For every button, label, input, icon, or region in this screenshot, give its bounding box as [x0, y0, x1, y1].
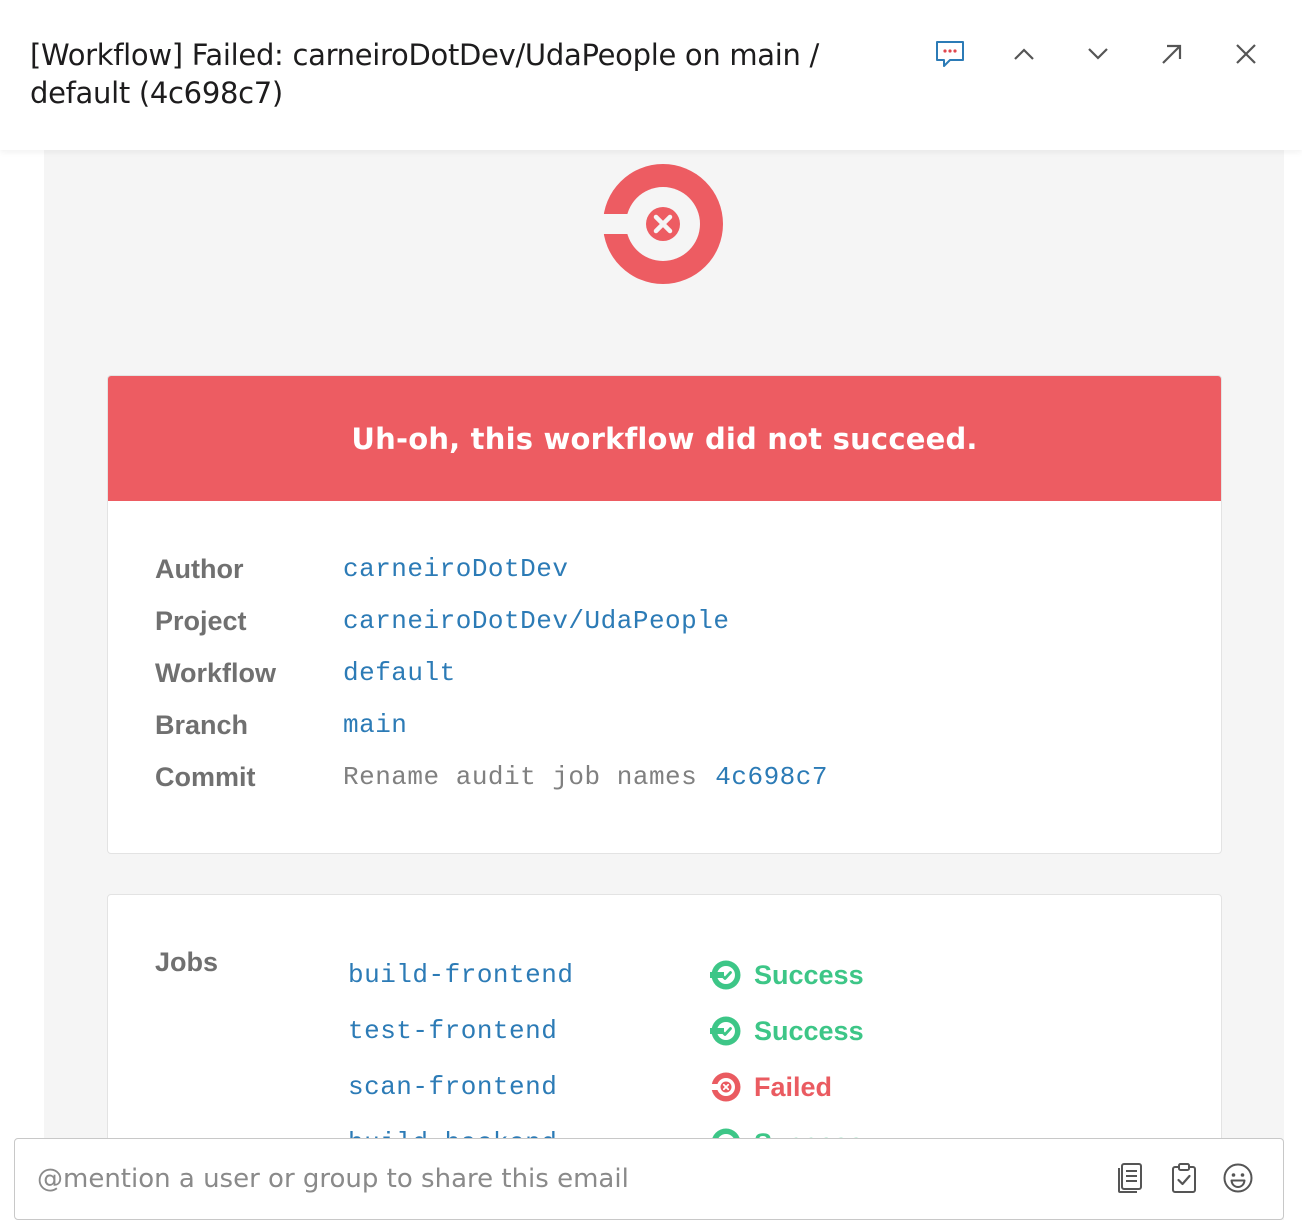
bottom-spacer: [0, 1220, 1302, 1228]
detail-row-project: Project carneiroDotDev/UdaPeople: [155, 601, 729, 641]
job-status-text: Success: [754, 1015, 864, 1046]
commit-hash-link[interactable]: 4c698c7: [715, 762, 828, 792]
failure-banner-text: Uh-oh, this workflow did not succeed.: [351, 421, 978, 456]
commit-message: Rename audit job names: [343, 762, 698, 792]
email-header: [Workflow] Failed: carneiroDotDev/UdaPeo…: [0, 0, 1302, 150]
job-row: build-frontend Success: [348, 955, 864, 995]
task-clipboard-icon[interactable]: [1167, 1160, 1201, 1196]
detail-row-workflow: Workflow default: [155, 653, 456, 693]
detail-label: Project: [155, 605, 247, 636]
detail-label: Author: [155, 553, 244, 584]
success-status-icon: [710, 1016, 741, 1046]
project-link[interactable]: carneiroDotDev/UdaPeople: [343, 606, 729, 636]
detail-label: Commit: [155, 761, 256, 792]
emoji-icon[interactable]: [1221, 1160, 1255, 1196]
job-link[interactable]: build-frontend: [348, 960, 710, 990]
detail-row-author: Author carneiroDotDev: [155, 549, 568, 589]
email-subject: [Workflow] Failed: carneiroDotDev/UdaPeo…: [30, 38, 819, 110]
detail-label: Branch: [155, 709, 249, 740]
job-status: Failed: [710, 1071, 832, 1103]
chevron-up-icon[interactable]: [1006, 36, 1042, 72]
branch-link[interactable]: main: [343, 710, 407, 740]
job-status-text: Success: [754, 959, 864, 990]
close-icon[interactable]: [1228, 36, 1264, 72]
circleci-failed-logo-icon: [602, 164, 723, 284]
detail-row-commit: Commit Rename audit job names 4c698c7: [155, 757, 828, 797]
mention-share-input[interactable]: [15, 1139, 1095, 1219]
failure-banner: Uh-oh, this workflow did not succeed.: [108, 376, 1221, 501]
workflow-summary-card: Uh-oh, this workflow did not succeed. Au…: [107, 375, 1222, 854]
author-link[interactable]: carneiroDotDev: [343, 554, 568, 584]
job-status-text: Failed: [754, 1071, 833, 1102]
open-external-icon[interactable]: [1154, 36, 1190, 72]
comment-icon[interactable]: [932, 36, 968, 72]
workflow-link[interactable]: default: [343, 658, 456, 688]
job-row: test-frontend Success: [348, 1011, 864, 1051]
detail-label: Workflow: [155, 657, 276, 688]
job-status: Success: [710, 1015, 864, 1047]
detail-row-branch: Branch main: [155, 705, 407, 745]
success-status-icon: [710, 960, 741, 990]
notes-icon[interactable]: [1113, 1160, 1147, 1196]
job-row: scan-frontend Failed: [348, 1067, 832, 1107]
jobs-label: Jobs: [155, 947, 219, 977]
job-status: Success: [710, 959, 864, 991]
chevron-down-icon[interactable]: [1080, 36, 1116, 72]
failed-status-icon: [710, 1072, 741, 1102]
share-email-bar: [14, 1138, 1284, 1220]
job-link[interactable]: test-frontend: [348, 1016, 710, 1046]
job-link[interactable]: scan-frontend: [348, 1072, 710, 1102]
